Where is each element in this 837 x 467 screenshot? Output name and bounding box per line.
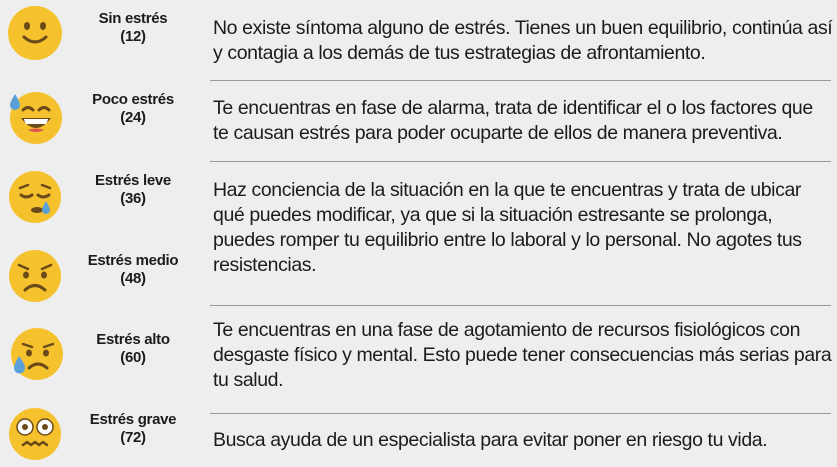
stress-level-label: Estrés alto (60) xyxy=(68,331,198,367)
stress-level-description: No existe síntoma alguno de estrés. Tien… xyxy=(213,17,833,64)
stress-level-label: Poco estrés (24) xyxy=(68,91,198,127)
stress-level-description: Busca ayuda de un especialista para evit… xyxy=(213,429,768,451)
crying-face-icon xyxy=(6,325,64,383)
stress-level-label: Estrés grave (72) xyxy=(68,411,198,447)
stress-level-name: Sin estrés xyxy=(98,10,168,27)
stress-level-label: Estrés medio (48) xyxy=(68,252,198,288)
sleepy-face-icon xyxy=(6,168,64,226)
smiling-face-icon xyxy=(6,4,64,62)
stress-level-score: (36) xyxy=(120,190,146,207)
stress-level-name: Estrés medio xyxy=(87,252,179,269)
row-divider xyxy=(210,305,831,306)
stress-level-description: Haz conciencia de la situación en la que… xyxy=(213,179,802,276)
row-divider xyxy=(210,161,831,162)
stress-level-label: Sin estrés (12) xyxy=(68,10,198,46)
stress-level-score: (12) xyxy=(120,28,146,45)
stress-level-description: Te encuentras en una fase de agotamiento… xyxy=(213,319,832,391)
flushed-face-icon xyxy=(6,405,64,463)
stress-level-label: Estrés leve (36) xyxy=(68,172,198,208)
stress-level-score: (24) xyxy=(120,109,146,126)
worried-face-icon xyxy=(6,247,64,305)
stress-level-name: Estrés grave xyxy=(89,411,177,428)
grinning-face-with-sweat-icon xyxy=(6,88,64,146)
stress-level-score: (48) xyxy=(120,270,146,287)
row-divider xyxy=(210,80,831,81)
stress-level-name: Estrés leve xyxy=(95,172,171,189)
stress-level-score: (72) xyxy=(120,429,146,446)
row-divider xyxy=(210,413,831,414)
stress-level-description: Te encuentras en fase de alarma, trata d… xyxy=(213,97,813,144)
stress-level-name: Estrés alto xyxy=(96,331,170,348)
stress-level-name: Poco estrés xyxy=(92,91,174,108)
stress-level-score: (60) xyxy=(120,349,146,366)
